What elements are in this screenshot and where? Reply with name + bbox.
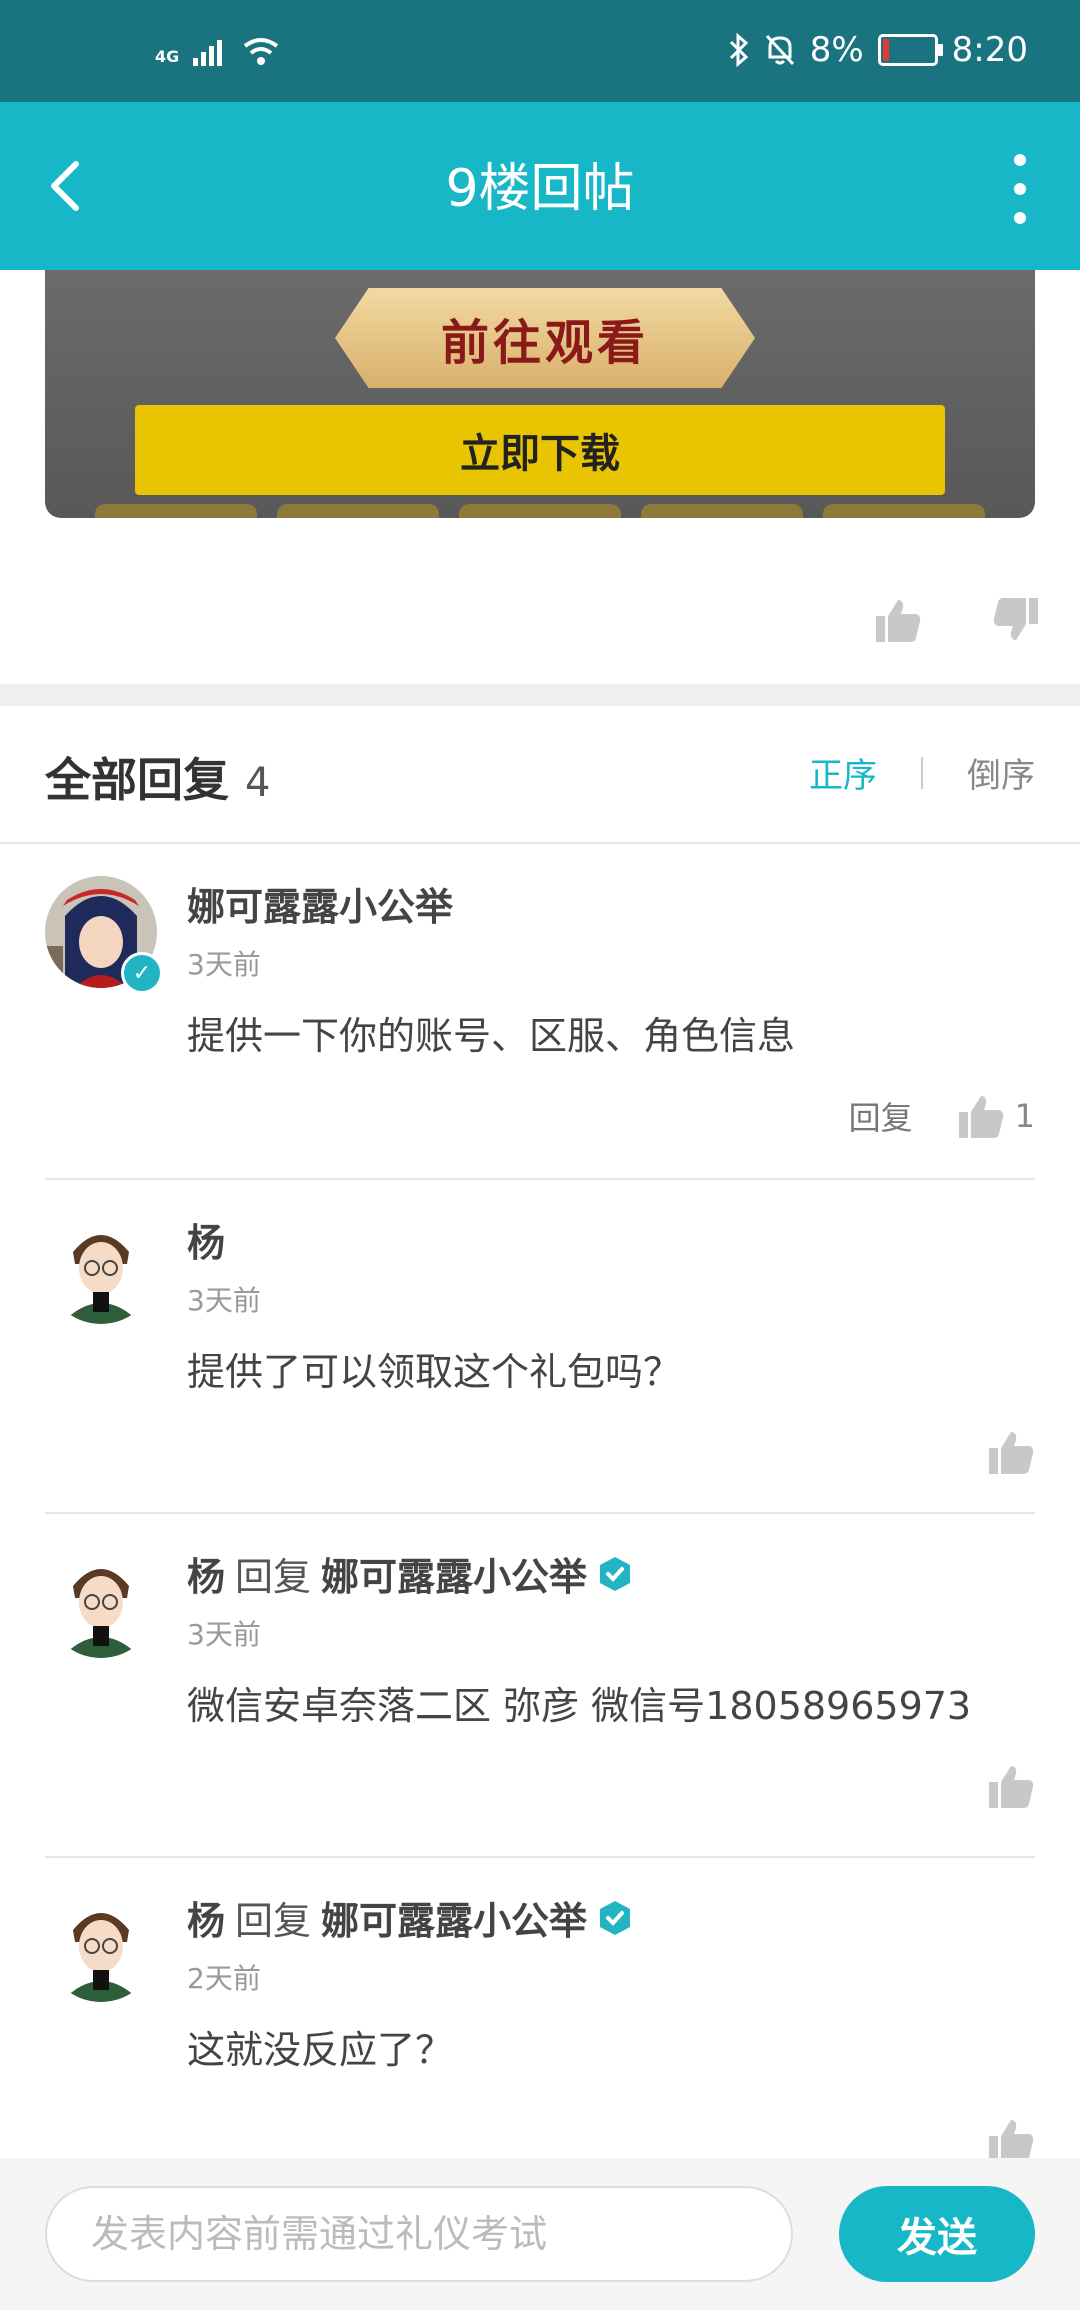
sort-ascending-button[interactable]: 正序 <box>809 748 877 797</box>
avatar[interactable] <box>45 1546 157 1658</box>
bell-muted-icon <box>765 34 794 66</box>
thumb-up-icon[interactable] <box>987 1428 1035 1476</box>
divider <box>45 1856 1035 1858</box>
comment-text: 这就没反应了？ <box>187 2028 454 2072</box>
comment-time: 3天前 <box>187 948 261 981</box>
comment-author: 杨 回复 娜可露露小公举 <box>187 1890 1035 1945</box>
comment-author[interactable]: 娜可露露小公举 <box>187 876 1035 931</box>
section-divider <box>0 684 1080 706</box>
divider <box>0 842 1080 844</box>
divider <box>45 1178 1035 1180</box>
more-dot <box>1014 212 1026 224</box>
page-title: 9楼回帖 <box>445 159 635 219</box>
status-bar: 4G 8% 8:20 <box>0 0 1080 102</box>
network-label: 4G <box>155 47 180 66</box>
sort-descending-button[interactable]: 倒序 <box>967 748 1035 797</box>
reply-button[interactable]: 回复 <box>849 1093 913 1139</box>
comment-input[interactable]: 发表内容前需通过礼仪考试 <box>45 2186 793 2282</box>
divider <box>45 1512 1035 1514</box>
comment-author[interactable]: 杨 <box>187 1212 1035 1267</box>
sort-separator <box>921 756 923 789</box>
replies-header: 全部回复 4 正序 倒序 <box>45 744 1035 807</box>
verified-badge-icon: ✓ <box>121 952 163 994</box>
post-banner-image[interactable]: 前往观看 立即下载 <box>45 270 1035 518</box>
comment-text: 提供了可以领取这个礼包吗？ <box>187 1350 682 1394</box>
wifi-icon <box>244 38 279 65</box>
more-menu-button[interactable] <box>1000 154 1040 224</box>
comment-item: ✓ 娜可露露小公举 3天前 提供一下你的账号、区服、角色信息 回复 1 <box>45 876 1035 1176</box>
like-count: 1 <box>1014 1097 1035 1135</box>
thumb-up-icon[interactable] <box>874 596 922 644</box>
battery-icon <box>877 34 943 66</box>
cartoon-avatar-icon <box>45 1212 157 1324</box>
more-dot <box>1014 154 1026 166</box>
comment-text: 微信安卓奈落二区 弥彦 微信号18058965973 <box>187 1684 972 1728</box>
clock: 8:20 <box>951 30 1028 70</box>
replies-count: 4 <box>245 760 271 806</box>
thumb-up-icon[interactable] <box>987 2116 1035 2158</box>
banner-decoration <box>95 504 985 518</box>
verified-icon <box>600 1900 631 1935</box>
avatar[interactable] <box>45 1212 157 1324</box>
author-name[interactable]: 杨 <box>187 1546 225 1601</box>
status-right: 8% 8:20 <box>728 30 1028 70</box>
sort-toggle: 正序 倒序 <box>809 748 1035 797</box>
reply-word: 回复 <box>235 1555 312 1599</box>
more-dot <box>1014 183 1026 195</box>
bluetooth-icon <box>729 33 748 67</box>
send-button[interactable]: 发送 <box>839 2186 1035 2282</box>
replies-title: 全部回复 <box>45 753 229 807</box>
comment-body: 杨 3天前 提供了可以领取这个礼包吗？ <box>187 1212 1035 1396</box>
composer-bar: 发表内容前需通过礼仪考试 发送 <box>0 2158 1080 2310</box>
reply-to-name[interactable]: 娜可露露小公举 <box>321 1890 587 1945</box>
cartoon-avatar-icon <box>45 1890 157 2002</box>
comment-actions <box>987 2116 1035 2158</box>
verified-icon <box>600 1556 631 1591</box>
cartoon-avatar-icon <box>45 1546 157 1658</box>
author-name[interactable]: 杨 <box>187 1212 225 1267</box>
download-button[interactable]: 立即下载 <box>135 405 945 495</box>
comment-time: 2天前 <box>187 1962 261 1995</box>
author-name[interactable]: 娜可露露小公举 <box>187 876 453 931</box>
comment-actions: 回复 1 <box>849 1092 1035 1140</box>
thumb-up-icon[interactable] <box>957 1092 1005 1140</box>
avatar[interactable] <box>45 1890 157 2002</box>
watch-plaque: 前往观看 <box>335 288 755 388</box>
comment-author: 杨 回复 娜可露露小公举 <box>187 1546 1035 1601</box>
comment-body: 娜可露露小公举 3天前 提供一下你的账号、区服、角色信息 <box>187 876 1035 1060</box>
post-vote-row <box>874 596 1040 644</box>
reply-word: 回复 <box>235 1899 312 1943</box>
comment-item: 杨 回复 娜可露露小公举 3天前 微信安卓奈落二区 弥彦 微信号18058965… <box>45 1546 1035 1846</box>
comment-time: 3天前 <box>187 1618 261 1651</box>
comment-body: 杨 回复 娜可露露小公举 2天前 这就没反应了？ <box>187 1890 1035 2074</box>
signal-icon <box>193 40 223 66</box>
app-bar: 9楼回帖 <box>0 102 1080 270</box>
reply-to-name[interactable]: 娜可露露小公举 <box>321 1546 587 1601</box>
comment-actions <box>987 1428 1035 1476</box>
comment-actions <box>987 1762 1035 1810</box>
author-name[interactable]: 杨 <box>187 1890 225 1945</box>
comment-body: 杨 回复 娜可露露小公举 3天前 微信安卓奈落二区 弥彦 微信号18058965… <box>187 1546 1035 1730</box>
battery-percent: 8% <box>809 30 864 70</box>
comment-item: 杨 3天前 提供了可以领取这个礼包吗？ <box>45 1212 1035 1512</box>
thumb-down-icon[interactable] <box>992 596 1040 644</box>
comment-text: 提供一下你的账号、区服、角色信息 <box>187 1014 796 1058</box>
thumb-up-icon[interactable] <box>987 1762 1035 1810</box>
comment-time: 3天前 <box>187 1284 261 1317</box>
comment-item: 杨 回复 娜可露露小公举 2天前 这就没反应了？ <box>45 1890 1035 2158</box>
status-left: 4G <box>155 36 281 66</box>
